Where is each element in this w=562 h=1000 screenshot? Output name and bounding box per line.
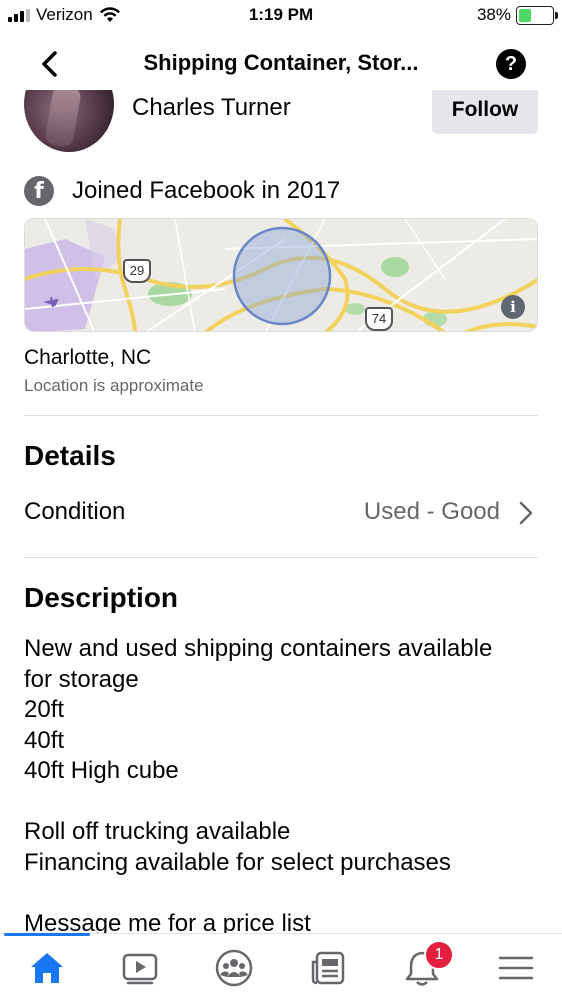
active-tab-indicator [4, 933, 90, 936]
seller-name[interactable]: Charles Turner [132, 94, 291, 122]
description-line: 40ft High cube [24, 757, 179, 784]
page-title: Shipping Container, Stor... [143, 50, 419, 75]
description-line: Roll off trucking available [24, 818, 291, 845]
divider [24, 415, 538, 416]
highway-74-shield: 74 [365, 307, 393, 331]
facebook-icon: f [24, 176, 54, 206]
notification-badge: 1 [424, 940, 454, 970]
status-right: 38% [476, 5, 558, 25]
joined-text: Joined Facebook in 2017 [72, 177, 341, 204]
bottom-tab-bar [0, 933, 562, 1000]
description-line: for storage [24, 665, 139, 693]
description-line [24, 878, 492, 909]
description-line: Financing available for select purchases [24, 848, 451, 876]
news-icon[interactable] [308, 948, 348, 988]
avatar-photo-detail [44, 84, 82, 148]
map-graphic [25, 219, 537, 331]
back-chevron-icon[interactable] [36, 48, 66, 80]
location-city: Charlotte, NC [24, 346, 152, 369]
nav-header: Shipping Container, Stor... ? [0, 38, 562, 90]
description-line [24, 787, 492, 818]
location-map[interactable]: 29 74 i [24, 218, 538, 332]
battery-level-fill [519, 8, 532, 22]
condition-label: Condition [24, 498, 126, 525]
help-button[interactable]: ? [496, 49, 526, 79]
battery-charging-icon [516, 5, 558, 25]
description-text: New and used shipping containers availab… [24, 634, 492, 939]
battery-percent: 38% [476, 5, 511, 24]
watch-icon[interactable] [120, 948, 160, 988]
highway-29-shield: 29 [123, 259, 151, 283]
divider [24, 557, 538, 558]
status-bar: Verizon 1:19 PM 38% [0, 0, 562, 32]
details-heading: Details [24, 440, 116, 471]
groups-icon[interactable] [214, 948, 254, 988]
menu-icon[interactable] [496, 948, 536, 988]
home-icon[interactable] [27, 948, 67, 988]
follow-button[interactable]: Follow [432, 86, 538, 134]
description-line: 40ft [24, 726, 65, 754]
chevron-right-icon[interactable] [516, 500, 536, 526]
condition-value[interactable]: Used - Good [364, 498, 500, 526]
joined-row: f Joined Facebook in 2017 [24, 176, 340, 206]
description-line: 20ft [24, 696, 65, 723]
map-info-icon[interactable]: i [501, 295, 525, 319]
description-line: New and used shipping containers availab… [24, 635, 493, 662]
battery-tip [555, 11, 558, 19]
location-note: Location is approximate [24, 376, 204, 395]
description-heading: Description [24, 582, 179, 613]
